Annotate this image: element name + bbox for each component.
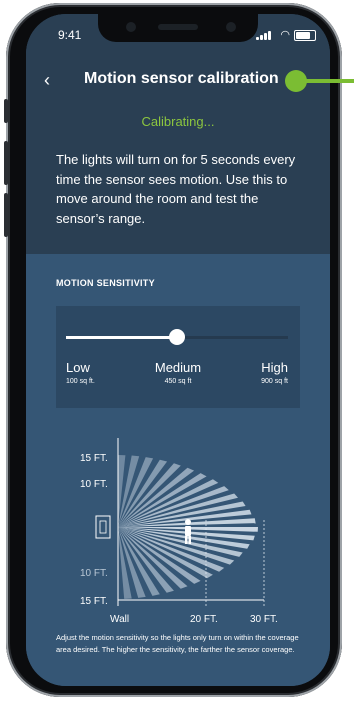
cellular-signal-icon <box>256 30 272 40</box>
tick-high: High 900 sq ft <box>261 360 288 385</box>
x-label-20ft: 20 FT. <box>190 614 218 625</box>
wall-switch-toggle <box>99 520 107 534</box>
tick-sub: 450 sq ft <box>164 378 192 385</box>
volume-up-button <box>4 141 8 185</box>
person-icon <box>185 519 191 544</box>
wall-switch-icon <box>95 515 111 539</box>
tick-low: Low 100 sq ft. <box>66 360 95 385</box>
back-button[interactable]: ‹ <box>44 70 50 91</box>
y-label-15ft-top: 15 FT. <box>80 453 108 464</box>
wifi-icon: ◠ <box>280 29 290 41</box>
slider-fill <box>66 336 177 339</box>
page-title: Motion sensor calibration <box>84 70 279 87</box>
calibration-status: Calibrating... <box>141 114 215 129</box>
mute-switch <box>4 99 8 123</box>
coverage-diagram: 15 FT. 10 FT. 10 FT. 15 FT. Wall 20 FT. … <box>80 438 278 625</box>
volume-down-button <box>4 193 8 237</box>
camera-icon <box>226 22 236 32</box>
tick-medium: Medium 450 sq ft <box>136 360 220 385</box>
tick-sub: 900 sq ft <box>261 378 288 385</box>
y-label-10ft-top: 10 FT. <box>80 479 108 490</box>
tick-label: High <box>261 360 288 375</box>
tick-sub: 100 sq ft. <box>66 378 95 385</box>
section-label: MOTION SENSITIVITY <box>56 278 155 288</box>
sensitivity-slider-card: Low 100 sq ft. Medium 450 sq ft High 900… <box>56 306 300 408</box>
notch <box>98 14 258 42</box>
coverage-ray <box>118 455 126 527</box>
tick-label: Low <box>66 360 90 375</box>
x-label-wall: Wall <box>110 614 129 625</box>
y-label-10ft-bottom: 10 FT. <box>80 568 108 579</box>
instructions-text: The lights will turn on for 5 seconds ev… <box>56 152 296 226</box>
y-label-15ft-bottom: 15 FT. <box>80 596 108 607</box>
tick-label: Medium <box>154 360 202 375</box>
x-label-30ft: 30 FT. <box>250 614 278 625</box>
sensor-icon <box>126 22 136 32</box>
speaker-grille <box>158 24 198 30</box>
chevron-left-icon: ‹ <box>44 70 50 90</box>
status-time: 9:41 <box>58 28 82 42</box>
callout-line <box>300 79 354 83</box>
battery-icon <box>294 30 316 41</box>
coverage-caption: Adjust the motion sensitivity so the lig… <box>56 633 299 654</box>
app-screen: 9:41 ◠ ‹ Motion sensor calibration Calib… <box>26 14 330 686</box>
slider-thumb[interactable] <box>169 329 185 345</box>
